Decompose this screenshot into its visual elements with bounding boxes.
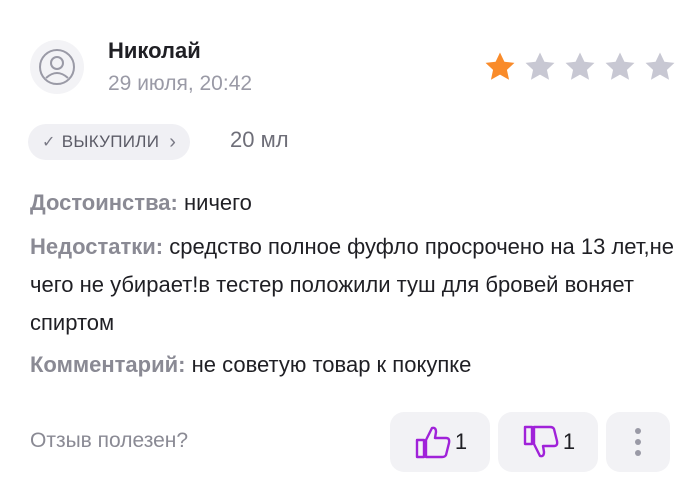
review-date: 29 июля, 20:42 bbox=[108, 72, 253, 95]
user-icon bbox=[39, 49, 75, 85]
comment-section: Комментарий: не советую товар к покупке bbox=[30, 346, 680, 384]
chevron-right-icon: › bbox=[169, 130, 177, 153]
star-empty-icon bbox=[525, 52, 555, 80]
star-filled-icon bbox=[485, 52, 515, 80]
pros-label: Достоинства: bbox=[30, 190, 178, 215]
cons-section: Недостатки: средство полное фуфло просро… bbox=[30, 228, 680, 342]
like-count: 1 bbox=[454, 429, 468, 454]
thumbs-down-icon bbox=[523, 425, 559, 458]
product-volume: 20 мл bbox=[230, 127, 289, 152]
dislike-button[interactable]: 1 bbox=[498, 412, 598, 472]
star-empty-icon bbox=[565, 52, 595, 80]
purchased-badge[interactable]: ✓ ВЫКУПИЛИ › bbox=[28, 124, 191, 160]
thumbs-up-icon bbox=[415, 426, 451, 459]
pros-section: Достоинства: ничего bbox=[30, 184, 680, 222]
purchased-badge-label: ВЫКУПИЛИ bbox=[61, 132, 160, 151]
check-icon: ✓ bbox=[42, 134, 56, 151]
helpful-question: Отзыв полезен? bbox=[30, 429, 189, 452]
like-button[interactable]: 1 bbox=[390, 412, 490, 472]
comment-text: не советую товар к покупке bbox=[191, 352, 472, 377]
comment-label: Комментарий: bbox=[30, 352, 186, 377]
dislike-count: 1 bbox=[562, 429, 576, 454]
star-empty-icon bbox=[605, 52, 635, 80]
more-dots-icon bbox=[635, 428, 641, 434]
avatar bbox=[30, 40, 84, 94]
star-empty-icon bbox=[645, 52, 675, 80]
cons-label: Недостатки: bbox=[30, 234, 164, 259]
rating-stars bbox=[482, 50, 678, 84]
author-name: Николай bbox=[108, 38, 201, 63]
more-options-button[interactable] bbox=[606, 412, 670, 472]
pros-text: ничего bbox=[184, 190, 252, 215]
